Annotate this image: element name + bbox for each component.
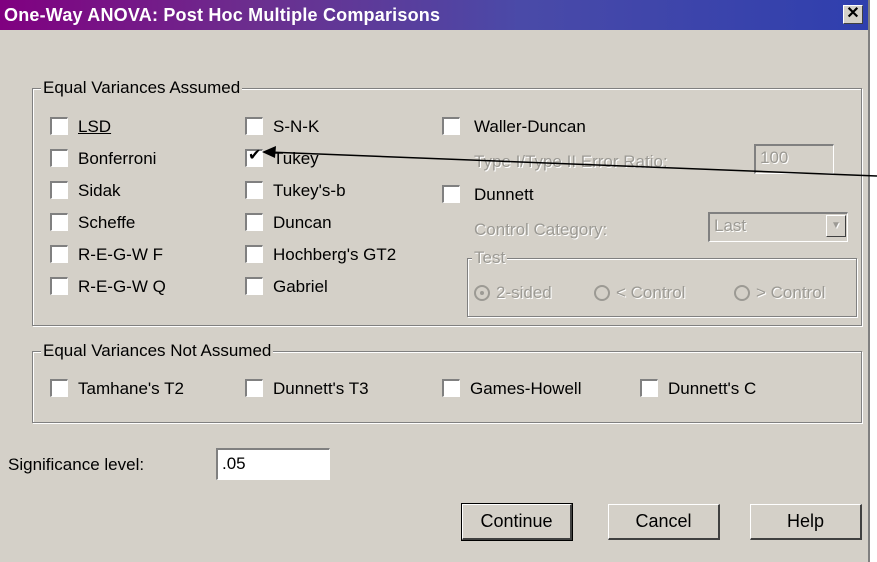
arrow-head: [262, 146, 276, 158]
arrow-line: [267, 151, 877, 177]
annotation-arrow: [262, 146, 877, 177]
